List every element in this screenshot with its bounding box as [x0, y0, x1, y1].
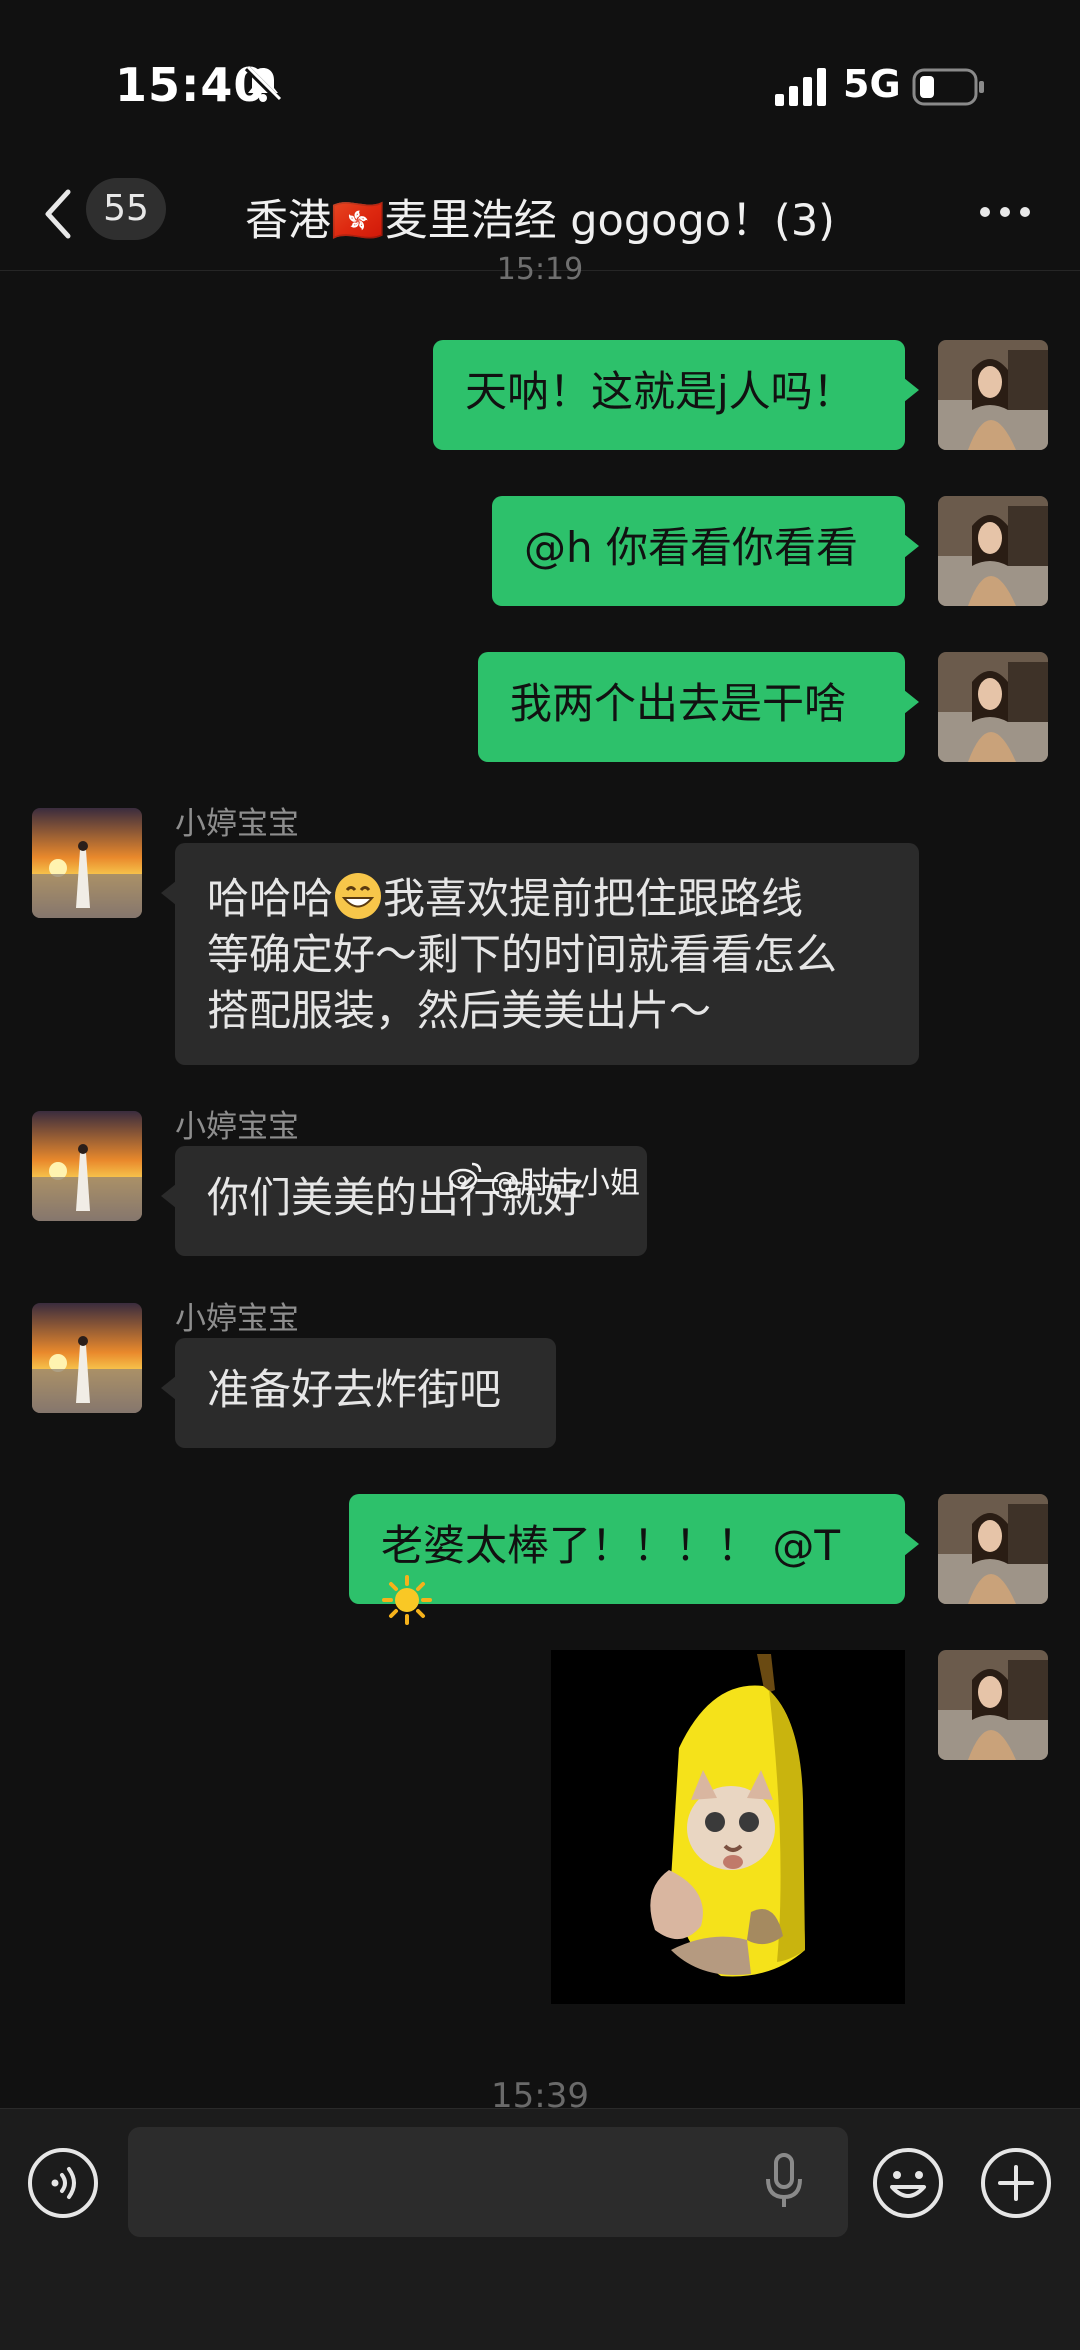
battery-icon [912, 68, 984, 106]
my-avatar[interactable] [938, 1494, 1048, 1604]
more-dots-icon[interactable] [978, 200, 1032, 224]
status-bar: 15:40 5G [0, 0, 1080, 170]
message-line: 搭配服装，然后美美出片～ [207, 986, 712, 1035]
grinning-emoji-icon [335, 873, 382, 919]
voice-icon[interactable] [27, 2147, 99, 2219]
contact-avatar[interactable] [32, 1111, 142, 1221]
message-line: 哈哈哈 我喜欢提前把住跟路线 [207, 871, 887, 927]
message-text: 准备好去炸街吧 [207, 1365, 502, 1414]
chat-title: 香港🇭🇰麦里浩经 gogogo！(3) [245, 196, 835, 246]
emoji-icon[interactable] [872, 2147, 944, 2219]
signal-bars-icon [775, 68, 826, 106]
message-text: @h 你看看你看看 [524, 523, 858, 572]
mute-bell-icon [244, 65, 282, 103]
microphone-icon[interactable] [760, 2151, 808, 2211]
message-line: 等确定好～剩下的时间就看看怎么 [207, 930, 838, 979]
contact-message-bubble[interactable]: 准备好去炸街吧 [161, 1338, 556, 1448]
contact-avatar[interactable] [32, 1303, 142, 1413]
sun-emoji-icon [382, 1575, 432, 1625]
message-text: 老婆太棒了！！！！ @T [381, 1521, 841, 1570]
banana-cat-sticker[interactable] [551, 1650, 905, 2004]
input-bar [0, 2108, 1080, 2350]
my-message-bubble[interactable]: @h 你看看你看看 [492, 496, 919, 606]
sender-name: 小婷宝宝 [175, 806, 299, 842]
my-avatar[interactable] [938, 652, 1048, 762]
timestamp-divider: 15:19 [496, 252, 584, 287]
sender-name: 小婷宝宝 [175, 1109, 299, 1145]
my-message-bubble[interactable]: 老婆太棒了！！！！ @T [349, 1494, 919, 1625]
my-message-bubble[interactable]: 我两个出去是干啥 [478, 652, 919, 762]
my-avatar[interactable] [938, 496, 1048, 606]
message-text: 天呐！这就是j人吗！ [465, 367, 855, 416]
weibo-logo-icon [448, 1162, 482, 1190]
message-input[interactable] [128, 2127, 848, 2237]
my-avatar[interactable] [938, 340, 1048, 450]
my-message-bubble[interactable]: 天呐！这就是j人吗！ [433, 340, 919, 450]
contact-avatar[interactable] [32, 808, 142, 918]
message-text: 我两个出去是干啥 [510, 679, 847, 728]
watermark-text: @肘击小姐 [490, 1166, 640, 1201]
my-avatar[interactable] [938, 1650, 1048, 1760]
sender-name: 小婷宝宝 [175, 1301, 299, 1337]
contact-message-bubble[interactable]: 哈哈哈 我喜欢提前把住跟路线 等确定好～剩下的时间就看看怎么 搭配服装，然后美美出… [161, 843, 919, 1065]
network-type: 5G [843, 62, 901, 106]
plus-icon[interactable] [980, 2147, 1052, 2219]
